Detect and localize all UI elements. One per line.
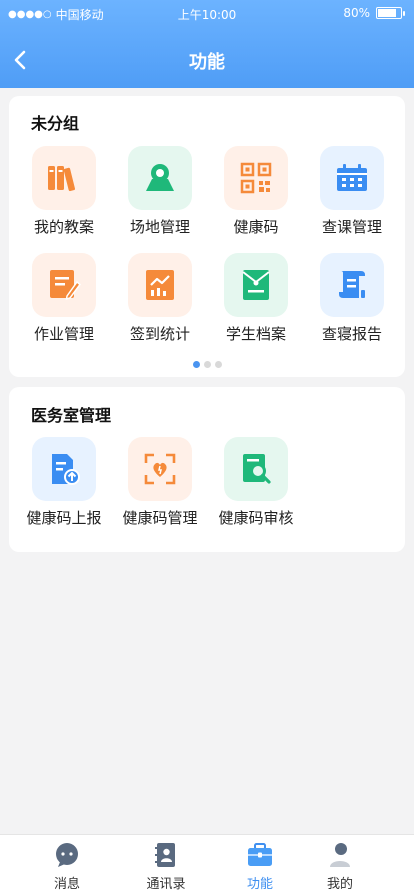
homework-management-item[interactable]: 作业管理 — [16, 253, 112, 344]
group-title: 未分组 — [31, 114, 80, 133]
status-right: 80% — [343, 6, 405, 20]
group-title: 医务室管理 — [31, 406, 112, 425]
status-bar: ●●●●○ 中国移动 上午10:00 80% — [0, 0, 414, 28]
page-title: 功能 — [189, 52, 225, 73]
calendar-icon — [320, 146, 384, 210]
message-icon — [27, 841, 107, 869]
health-code-item[interactable]: 健康码 — [208, 146, 304, 237]
qr-code-icon — [224, 146, 288, 210]
books-icon — [32, 146, 96, 210]
my-lesson-plans-item[interactable]: 我的教案 — [16, 146, 112, 237]
contacts-icon — [126, 841, 206, 869]
nav-bar: 功能 — [0, 44, 414, 76]
tab-functions[interactable]: 功能 — [220, 841, 300, 892]
tab-me[interactable]: 我的 — [300, 841, 380, 892]
page-dot[interactable] — [214, 361, 222, 368]
clinic-management-card: 医务室管理 健康码上报 健康码管理 健康码审核 — [9, 387, 405, 552]
page-dot[interactable] — [203, 361, 211, 368]
user-icon — [300, 841, 380, 869]
health-code-review-item[interactable]: 健康码审核 — [208, 437, 304, 528]
student-archive-item[interactable]: 学生档案 — [208, 253, 304, 344]
attendance-statistics-item[interactable]: 签到统计 — [112, 253, 208, 344]
venue-management-item[interactable]: 场地管理 — [112, 146, 208, 237]
location-icon — [128, 146, 192, 210]
archive-icon — [224, 253, 288, 317]
face-scan-icon — [128, 437, 192, 501]
upload-document-icon — [32, 437, 96, 501]
class-inspection-item[interactable]: 查课管理 — [304, 146, 400, 237]
briefcase-icon — [220, 841, 300, 869]
report-scroll-icon — [320, 253, 384, 317]
tab-contacts[interactable]: 通讯录 — [126, 841, 206, 892]
search-document-icon — [224, 437, 288, 501]
tab-messages[interactable]: 消息 — [27, 841, 107, 892]
ungrouped-card: 未分组 我的教案 场地管理 健康码 查课管理 作业管理 签到统计 学生档案 查寝… — [9, 96, 405, 377]
bottom-tab-bar: 消息 通讯录 功能 我的 — [0, 834, 414, 896]
chart-icon — [128, 253, 192, 317]
page-dot[interactable] — [192, 361, 200, 368]
edit-document-icon — [32, 253, 96, 317]
health-code-report-item[interactable]: 健康码上报 — [16, 437, 112, 528]
dorm-inspection-report-item[interactable]: 查寝报告 — [304, 253, 400, 344]
battery-percent: 80% — [343, 6, 370, 20]
page-indicator — [9, 361, 405, 368]
health-code-management-item[interactable]: 健康码管理 — [112, 437, 208, 528]
battery-icon — [376, 7, 405, 19]
header-bar: ●●●●○ 中国移动 上午10:00 80% 功能 — [0, 0, 414, 88]
